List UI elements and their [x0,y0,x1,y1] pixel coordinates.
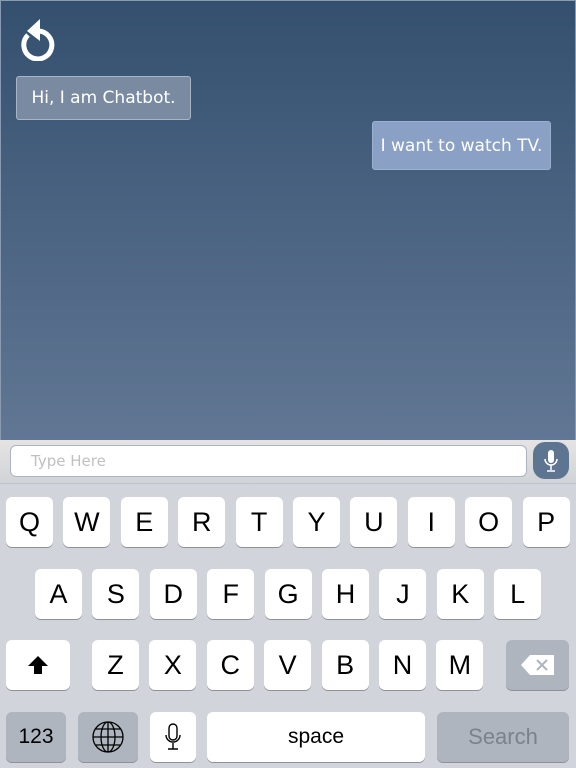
key-e[interactable]: E [120,497,168,547]
key-o[interactable]: O [465,497,513,547]
shift-key[interactable] [6,640,70,690]
user-message: I want to watch TV. [372,121,551,170]
key-s[interactable]: S [92,569,140,619]
key-b[interactable]: B [321,640,369,690]
key-u[interactable]: U [350,497,398,547]
key-j[interactable]: J [379,569,427,619]
key-m[interactable]: M [436,640,484,690]
key-f[interactable]: F [207,569,255,619]
shift-arrow-icon [28,656,48,674]
key-z[interactable]: Z [92,640,139,690]
input-bar [0,440,576,484]
key-w[interactable]: W [63,497,111,547]
dictation-key[interactable] [150,712,196,762]
chat-area: Hi, I am Chatbot. I want to watch TV. [0,0,576,440]
key-x[interactable]: X [149,640,197,690]
backspace-icon [520,655,554,675]
key-i[interactable]: I [407,497,455,547]
key-n[interactable]: N [379,640,426,690]
message-input[interactable] [10,445,527,477]
microphone-icon [165,723,181,750]
key-d[interactable]: D [149,569,197,619]
numbers-key[interactable]: 123 [6,712,66,762]
refresh-icon[interactable] [16,13,58,61]
globe-key[interactable] [78,712,138,762]
search-key[interactable]: Search [437,712,569,762]
key-g[interactable]: G [264,569,312,619]
key-r[interactable]: R [178,497,226,547]
key-k[interactable]: K [436,569,484,619]
backspace-key[interactable] [506,640,569,690]
voice-input-button[interactable] [533,442,569,479]
key-p[interactable]: P [522,497,570,547]
key-v[interactable]: V [264,640,312,690]
key-h[interactable]: H [322,569,369,619]
key-c[interactable]: C [206,640,254,690]
key-a[interactable]: A [35,569,82,619]
space-key[interactable]: space [207,712,425,762]
key-t[interactable]: T [235,497,283,547]
globe-icon [92,721,124,753]
key-l[interactable]: L [494,569,542,619]
key-y[interactable]: Y [293,497,340,547]
key-q[interactable]: Q [6,497,53,547]
microphone-icon [544,449,558,472]
bot-message: Hi, I am Chatbot. [16,76,191,120]
